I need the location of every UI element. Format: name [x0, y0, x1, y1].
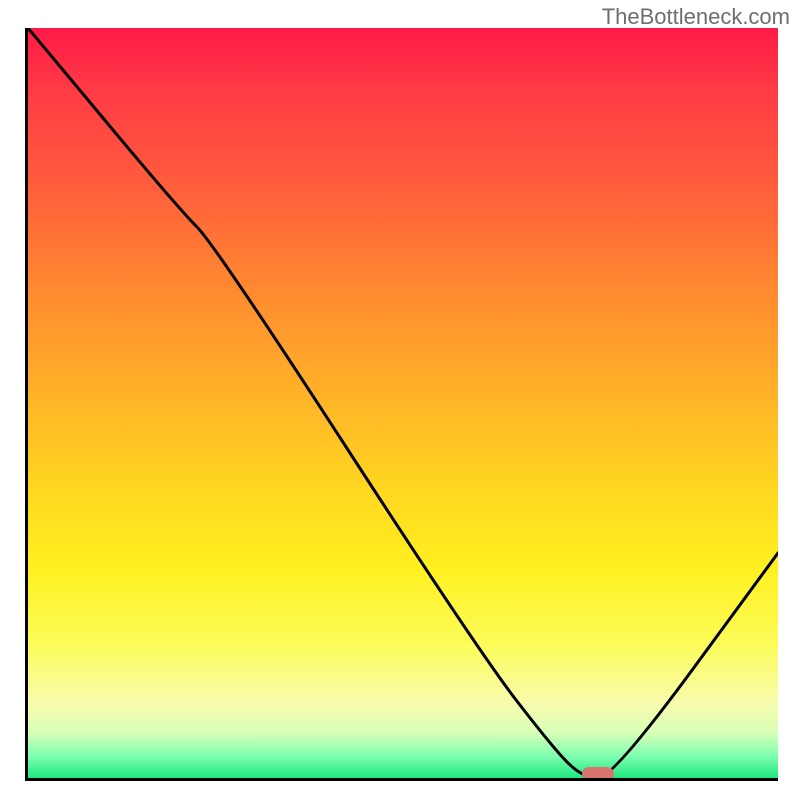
attribution-text: TheBottleneck.com	[602, 4, 790, 30]
chart-plot-area	[25, 28, 778, 781]
bottleneck-curve-line	[28, 28, 778, 778]
optimum-marker	[582, 767, 614, 781]
chart-curve-svg	[28, 28, 778, 778]
